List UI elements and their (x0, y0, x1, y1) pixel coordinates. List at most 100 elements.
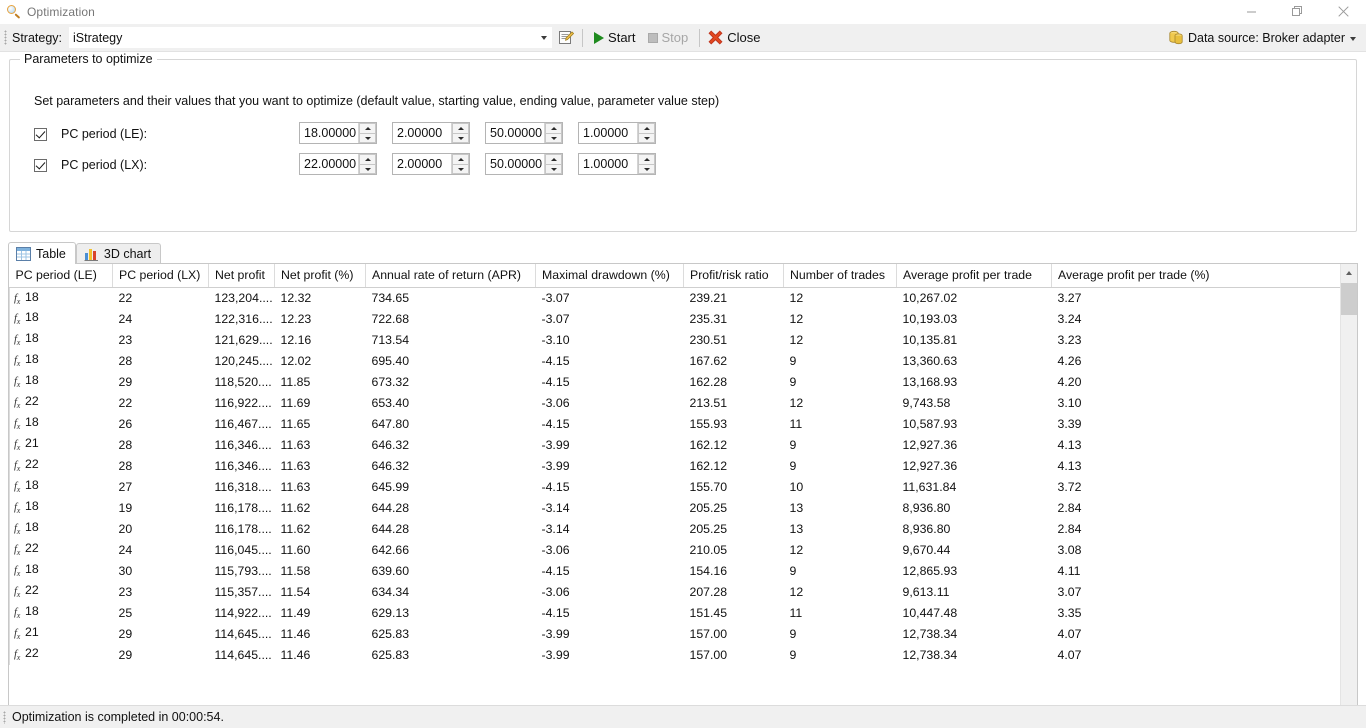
table-cell-pc-period-le: fx18 (10, 308, 113, 329)
spinner-up-icon[interactable] (638, 154, 655, 164)
tab-3d-chart[interactable]: 3D chart (76, 243, 161, 264)
parameter-default-le-value[interactable]: 18.00000 (300, 126, 358, 140)
table-cell: 11.60 (275, 539, 366, 560)
parameter-end-le[interactable]: 50.00000 (485, 122, 563, 144)
results-table-vertical-scrollbar[interactable] (1340, 264, 1357, 728)
close-button[interactable]: Close (705, 27, 766, 49)
col-header-pc-period-le[interactable]: PC period (LE) (10, 264, 113, 287)
parameter-end-lx[interactable]: 50.00000 (485, 153, 563, 175)
scroll-up-button[interactable] (1341, 264, 1357, 281)
strategy-combobox[interactable]: iStrategy (69, 27, 552, 48)
table-cell: 12 (784, 329, 897, 350)
spinner-up-icon[interactable] (359, 123, 376, 133)
col-header-avg-profit-per-trade-pct[interactable]: Average profit per trade (%) (1052, 264, 1341, 287)
table-cell: 13,168.93 (897, 371, 1052, 392)
toolbar-grip[interactable] (4, 30, 7, 45)
status-bar: Optimization is completed in 00:00:54. (0, 705, 1366, 728)
parameter-default-lx-value[interactable]: 22.00000 (300, 157, 358, 171)
table-cell: 4.20 (1052, 371, 1341, 392)
toolbar-separator-2 (699, 29, 700, 47)
table-row[interactable]: fx2228116,346....11.63646.32-3.99162.129… (10, 455, 1341, 476)
parameter-start-le[interactable]: 2.00000 (392, 122, 470, 144)
col-header-profit-risk-ratio[interactable]: Profit/risk ratio (684, 264, 784, 287)
parameter-default-lx[interactable]: 22.00000 (299, 153, 377, 175)
spinner-up-icon[interactable] (452, 154, 469, 164)
col-header-max-drawdown[interactable]: Maximal drawdown (%) (536, 264, 684, 287)
spinner-down-icon[interactable] (545, 133, 562, 143)
spinner-up-icon[interactable] (359, 154, 376, 164)
table-cell: 2.84 (1052, 497, 1341, 518)
table-cell: 629.13 (366, 602, 536, 623)
col-header-apr[interactable]: Annual rate of return (APR) (366, 264, 536, 287)
table-row[interactable]: fx1825114,922....11.49629.13-4.15151.451… (10, 602, 1341, 623)
table-cell: 3.35 (1052, 602, 1341, 623)
parameter-start-lx[interactable]: 2.00000 (392, 153, 470, 175)
table-row[interactable]: fx1827116,318....11.63645.99-4.15155.701… (10, 476, 1341, 497)
table-cell: -3.07 (536, 308, 684, 329)
spinner-down-icon[interactable] (452, 164, 469, 174)
col-header-net-profit[interactable]: Net profit (209, 264, 275, 287)
parameter-step-le-value[interactable]: 1.00000 (579, 126, 637, 140)
parameter-end-lx-value[interactable]: 50.00000 (486, 157, 544, 171)
vertical-scroll-thumb[interactable] (1341, 283, 1357, 315)
table-row[interactable]: fx2128116,346....11.63646.32-3.99162.129… (10, 434, 1341, 455)
table-cell: 8,936.80 (897, 518, 1052, 539)
window-close-button[interactable] (1320, 0, 1366, 23)
table-row[interactable]: fx1830115,793....11.58639.60-4.15154.169… (10, 560, 1341, 581)
vertical-scroll-track[interactable] (1341, 281, 1357, 725)
table-cell-value: 18 (25, 604, 39, 618)
spinner-up-icon[interactable] (545, 154, 562, 164)
parameter-end-le-value[interactable]: 50.00000 (486, 126, 544, 140)
table-row[interactable]: fx1820116,178....11.62644.28-3.14205.251… (10, 518, 1341, 539)
table-row[interactable]: fx2223115,357....11.54634.34-3.06207.281… (10, 581, 1341, 602)
spinner-up-icon[interactable] (452, 123, 469, 133)
spinner-down-icon[interactable] (452, 133, 469, 143)
table-cell: 3.08 (1052, 539, 1341, 560)
table-row[interactable]: fx2229114,645....11.46625.83-3.99157.009… (10, 644, 1341, 665)
spinner-up-icon[interactable] (638, 123, 655, 133)
restore-button[interactable] (1274, 0, 1320, 23)
table-row[interactable]: fx1826116,467....11.65647.80-4.15155.931… (10, 413, 1341, 434)
spinner-down-icon[interactable] (359, 164, 376, 174)
tab-table[interactable]: Table (8, 242, 76, 264)
table-cell: 12,738.34 (897, 623, 1052, 644)
data-source-button[interactable]: Data source: Broker adapter (1165, 27, 1360, 49)
col-header-number-of-trades[interactable]: Number of trades (784, 264, 897, 287)
start-button[interactable]: Start (588, 27, 641, 49)
table-cell: 11.63 (275, 476, 366, 497)
table-row[interactable]: fx1822123,204....12.32734.65-3.07239.211… (10, 287, 1341, 308)
spinner-down-icon[interactable] (545, 164, 562, 174)
table-cell: 10 (784, 476, 897, 497)
spinner-down-icon[interactable] (359, 133, 376, 143)
col-header-avg-profit-per-trade[interactable]: Average profit per trade (897, 264, 1052, 287)
table-cell: 646.32 (366, 434, 536, 455)
spinner-down-icon[interactable] (638, 133, 655, 143)
table-row[interactable]: fx1829118,520....11.85673.32-4.15162.289… (10, 371, 1341, 392)
table-row[interactable]: fx1828120,245....12.02695.40-4.15167.629… (10, 350, 1341, 371)
table-row[interactable]: fx1824122,316....12.23722.68-3.07235.311… (10, 308, 1341, 329)
table-row[interactable]: fx2129114,645....11.46625.83-3.99157.009… (10, 623, 1341, 644)
strategy-properties-button[interactable] (555, 27, 577, 49)
table-row[interactable]: fx2222116,922....11.69653.40-3.06213.511… (10, 392, 1341, 413)
table-row[interactable]: fx2224116,045....11.60642.66-3.06210.051… (10, 539, 1341, 560)
parameter-start-le-value[interactable]: 2.00000 (393, 126, 451, 140)
fx-icon: fx (14, 648, 20, 660)
table-cell: 9 (784, 455, 897, 476)
spinner-down-icon[interactable] (638, 164, 655, 174)
minimize-button[interactable] (1228, 0, 1274, 23)
spinner-up-icon[interactable] (545, 123, 562, 133)
col-header-net-profit-pct[interactable]: Net profit (%) (275, 264, 366, 287)
fx-icon: fx (14, 396, 20, 408)
parameter-step-lx-value[interactable]: 1.00000 (579, 157, 637, 171)
table-row[interactable]: fx1819116,178....11.62644.28-3.14205.251… (10, 497, 1341, 518)
parameter-start-lx-value[interactable]: 2.00000 (393, 157, 451, 171)
parameter-enable-checkbox-le[interactable] (34, 128, 47, 141)
parameter-step-le[interactable]: 1.00000 (578, 122, 656, 144)
table-cell: 10,447.48 (897, 602, 1052, 623)
parameter-step-lx[interactable]: 1.00000 (578, 153, 656, 175)
parameter-enable-checkbox-lx[interactable] (34, 159, 47, 172)
stop-button[interactable]: Stop (642, 27, 695, 49)
parameter-default-le[interactable]: 18.00000 (299, 122, 377, 144)
table-row[interactable]: fx1823121,629....12.16713.54-3.10230.511… (10, 329, 1341, 350)
col-header-pc-period-lx[interactable]: PC period (LX) (113, 264, 209, 287)
